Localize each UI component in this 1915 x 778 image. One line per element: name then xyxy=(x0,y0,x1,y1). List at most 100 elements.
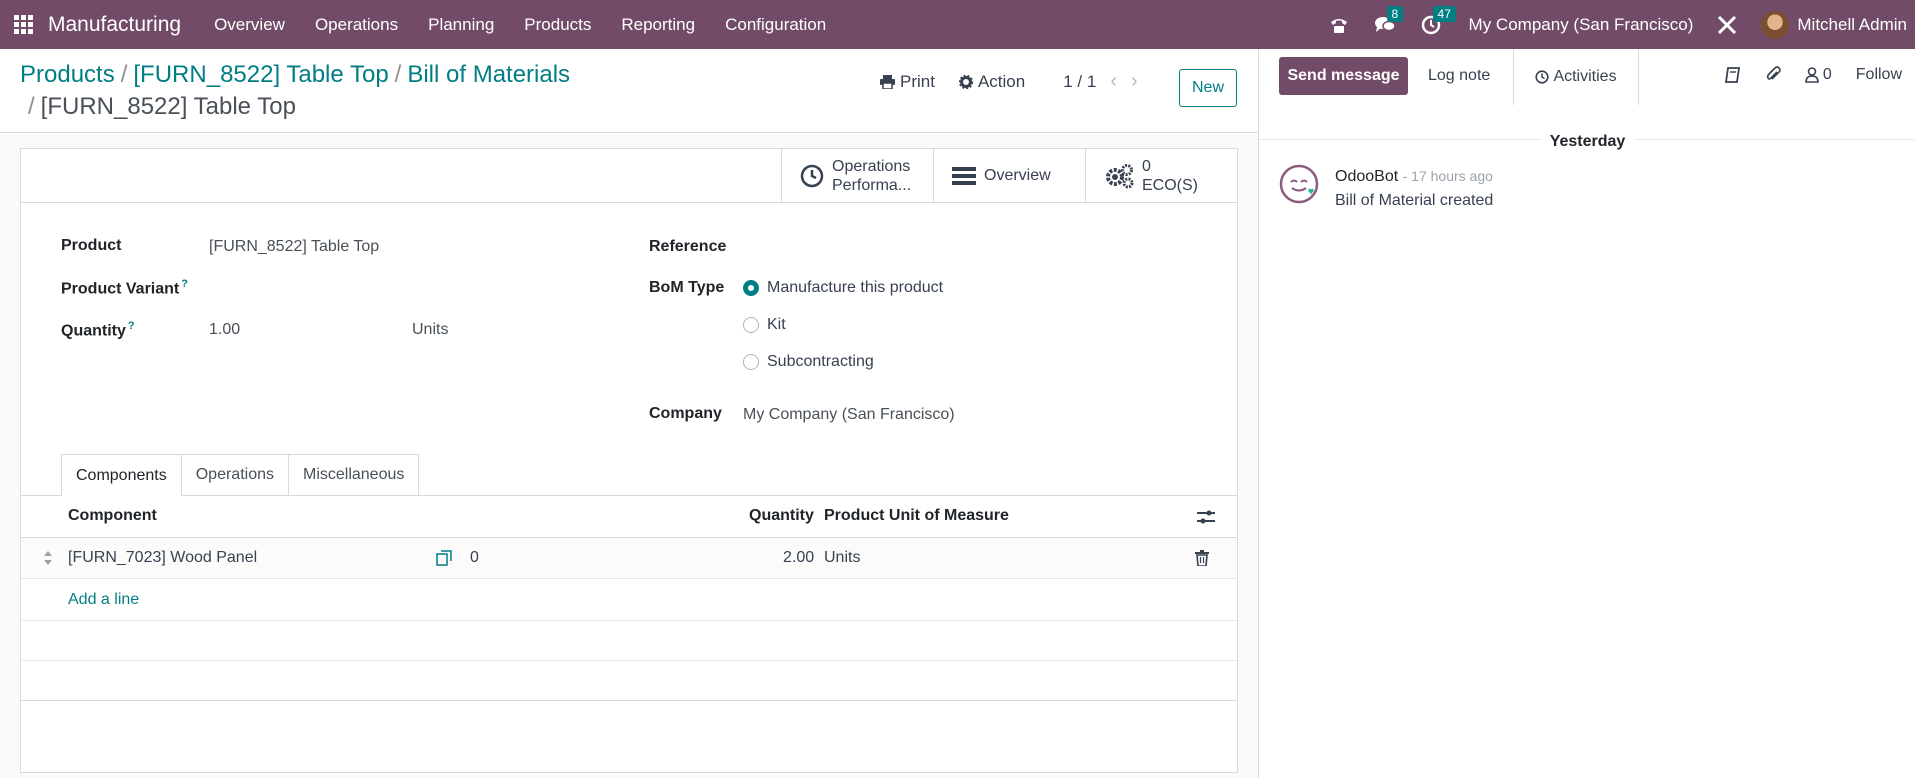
forecast-report-icon[interactable] xyxy=(436,550,452,571)
bom-type-manufacture-label[interactable]: Manufacture this product xyxy=(767,279,943,297)
breadcrumb-bom[interactable]: Bill of Materials xyxy=(407,61,570,88)
message-header: OdooBot - 17 hours ago xyxy=(1335,168,1493,186)
odoobot-avatar[interactable] xyxy=(1279,164,1319,204)
quantity-label-text: Quantity xyxy=(61,322,126,340)
app-name[interactable]: Manufacturing xyxy=(48,13,181,37)
component-cell[interactable]: [FURN_7023] Wood Panel xyxy=(68,549,257,567)
paperclip-icon[interactable] xyxy=(1765,66,1781,84)
book-icon[interactable] xyxy=(1724,67,1741,83)
chatter-topbar: Send message Log note Activities 0 Follo… xyxy=(1259,49,1915,105)
tab-components[interactable]: Components xyxy=(61,454,182,496)
follow-button[interactable]: Follow xyxy=(1856,66,1902,84)
top-navbar: Manufacturing Overview Operations Planni… xyxy=(0,0,1915,49)
bom-type-subcontracting-radio[interactable] xyxy=(743,354,759,370)
bom-type-manufacture-radio[interactable] xyxy=(743,280,759,296)
breadcrumb-separator: / xyxy=(28,93,35,120)
navbar-systray: 8 47 My Company (San Francisco) Mitchell… xyxy=(1327,0,1915,49)
breadcrumb: Products / [FURN_8522] Table Top / Bill of M… xyxy=(20,59,570,123)
quantity-field[interactable]: 1.00 xyxy=(209,321,240,339)
eco-button[interactable]: 0 ECO(S) xyxy=(1085,149,1237,202)
empty-row xyxy=(21,661,1237,701)
row-drag-handle-icon[interactable] xyxy=(43,550,53,571)
trash-icon[interactable] xyxy=(1195,550,1209,571)
column-uom[interactable]: Product Unit of Measure xyxy=(824,507,1009,525)
forecast-cell: 0 xyxy=(470,549,479,566)
form-sheet: Operations Performa... Overview 0 ECO(S) P… xyxy=(20,148,1238,773)
activities-clock-icon[interactable]: 47 xyxy=(1419,5,1456,37)
tab-operations[interactable]: Operations xyxy=(180,454,289,495)
quantity-uom-field[interactable]: Units xyxy=(412,321,448,339)
product-variant-label-text: Product Variant xyxy=(61,280,180,298)
menu-reporting[interactable]: Reporting xyxy=(606,15,710,35)
chatter-toolbar-icons: 0 Follow xyxy=(1701,66,1902,84)
print-button[interactable]: Print xyxy=(880,72,935,92)
table-row[interactable]: [FURN_7023] Wood Panel 0 2.00 Units xyxy=(21,538,1237,579)
tab-miscellaneous[interactable]: Miscellaneous xyxy=(287,454,420,495)
smart-button-box: Operations Performa... Overview 0 ECO(S) xyxy=(21,149,1237,203)
bom-type-subcontracting-label[interactable]: Subcontracting xyxy=(767,353,874,371)
activities-button[interactable]: Activities xyxy=(1513,49,1639,105)
quantity-cell[interactable]: 2.00 xyxy=(783,549,814,567)
product-label: Product xyxy=(61,237,122,254)
add-line-row: Add a line xyxy=(21,580,1237,621)
uom-cell[interactable]: Units xyxy=(824,549,860,567)
product-field[interactable]: [FURN_8522] Table Top xyxy=(209,238,379,256)
column-component[interactable]: Component xyxy=(68,507,157,525)
optional-columns-toggle-icon[interactable] xyxy=(1197,509,1215,530)
breadcrumb-products[interactable]: Products xyxy=(20,61,115,88)
company-label: Company xyxy=(649,405,722,422)
pager-next-icon[interactable]: › xyxy=(1131,70,1138,93)
date-separator-label: Yesterday xyxy=(1539,133,1636,150)
overview-button[interactable]: Overview xyxy=(933,149,1085,202)
new-button[interactable]: New xyxy=(1179,69,1237,107)
ops-perf-line2: Performa... xyxy=(832,176,912,194)
company-switcher[interactable]: My Company (San Francisco) xyxy=(1469,15,1694,35)
ops-perf-line1: Operations xyxy=(832,157,911,175)
phone-icon[interactable] xyxy=(1327,13,1351,37)
notebook-tabs: Components Operations Miscellaneous xyxy=(61,454,420,496)
messages-badge: 8 xyxy=(1386,5,1404,22)
menu-overview[interactable]: Overview xyxy=(199,15,300,35)
help-icon[interactable]: ? xyxy=(181,278,188,290)
apps-menu-icon[interactable] xyxy=(14,14,34,35)
action-button[interactable]: Action xyxy=(958,71,1026,92)
menu-operations[interactable]: Operations xyxy=(300,15,413,35)
print-icon xyxy=(880,74,895,89)
column-quantity[interactable]: Quantity xyxy=(749,507,814,525)
message-author[interactable]: OdooBot xyxy=(1335,168,1398,185)
main-menu: Overview Operations Planning Products Re… xyxy=(199,15,841,35)
menu-configuration[interactable]: Configuration xyxy=(710,15,841,35)
user-avatar[interactable] xyxy=(1761,10,1790,39)
reference-field[interactable] xyxy=(743,238,1193,260)
breadcrumb-table-top[interactable]: [FURN_8522] Table Top xyxy=(133,61,388,88)
followers-button[interactable]: 0 xyxy=(1805,66,1832,84)
bom-type-label: BoM Type xyxy=(649,279,725,296)
record-actions: Print Action 1 / 1 ‹ › xyxy=(880,70,1152,93)
clock-icon xyxy=(1535,70,1550,84)
components-table-header: Component Quantity Product Unit of Measu… xyxy=(21,496,1237,538)
debug-tools-icon[interactable] xyxy=(1715,13,1739,37)
activities-badge: 47 xyxy=(1432,5,1456,22)
add-line-link[interactable]: Add a line xyxy=(68,591,139,609)
log-note-button[interactable]: Log note xyxy=(1428,67,1490,85)
breadcrumb-current: [FURN_8522] Table Top xyxy=(40,93,296,120)
user-menu[interactable]: Mitchell Admin xyxy=(1797,15,1907,35)
operations-performance-button[interactable]: Operations Performa... xyxy=(781,149,933,202)
control-panel: Products / [FURN_8522] Table Top / Bill of M… xyxy=(0,49,1258,133)
print-label: Print xyxy=(900,71,935,91)
breadcrumb-separator: / xyxy=(394,61,402,88)
company-field[interactable]: My Company (San Francisco) xyxy=(743,406,955,424)
reference-label: Reference xyxy=(649,238,727,255)
messages-icon[interactable]: 8 xyxy=(1373,5,1404,37)
bom-type-kit-label[interactable]: Kit xyxy=(767,316,786,334)
pager-previous-icon[interactable]: ‹ xyxy=(1110,70,1117,93)
menu-planning[interactable]: Planning xyxy=(413,15,509,35)
action-label: Action xyxy=(977,71,1026,91)
pager-value[interactable]: 1 / 1 xyxy=(1063,72,1096,92)
chatter-panel: Send message Log note Activities 0 Follo… xyxy=(1258,49,1915,778)
product-variant-field[interactable] xyxy=(209,278,459,300)
menu-products[interactable]: Products xyxy=(509,15,606,35)
send-message-button[interactable]: Send message xyxy=(1279,57,1408,95)
bom-type-kit-radio[interactable] xyxy=(743,317,759,333)
help-icon[interactable]: ? xyxy=(128,320,135,332)
